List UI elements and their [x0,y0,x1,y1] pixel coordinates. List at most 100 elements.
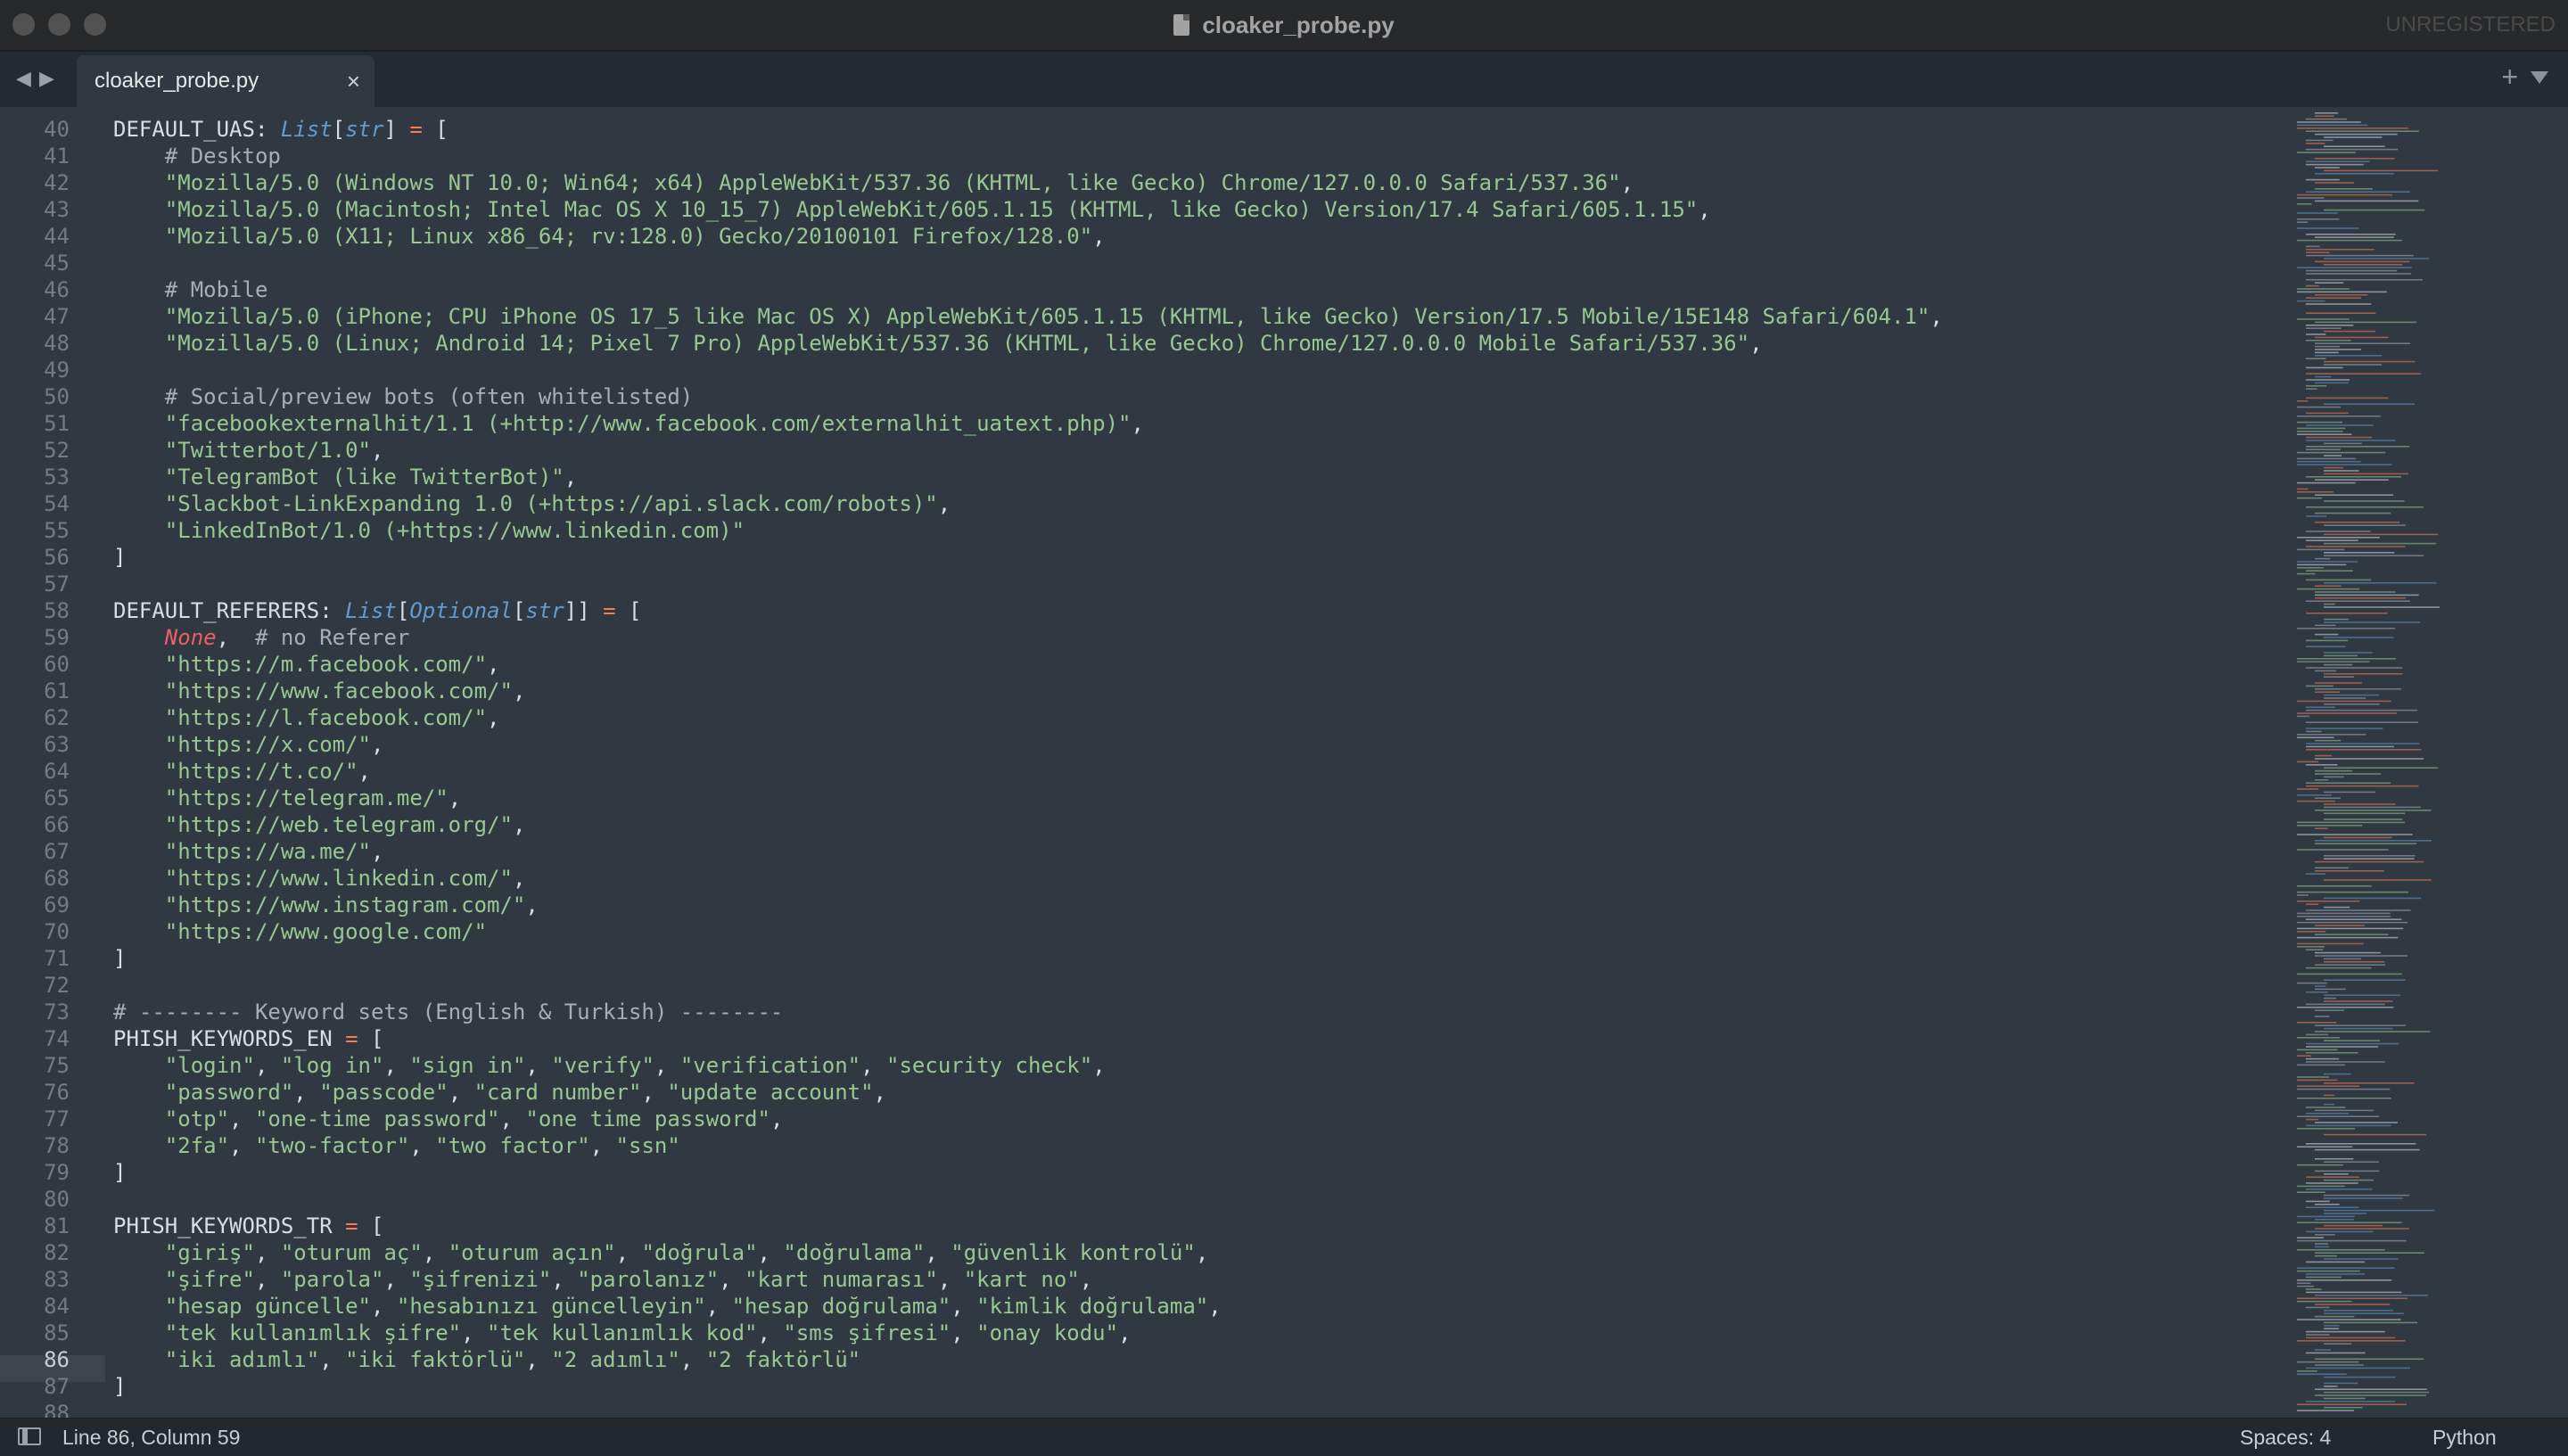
sidebar-toggle-icon[interactable] [18,1427,41,1445]
code-line[interactable]: "login", "log in", "sign in", "verify", … [113,1052,1106,1079]
code-token: DEFAULT_REFERERS: [113,598,346,623]
minimap-line [2297,885,2372,887]
minimap-line [2324,906,2350,909]
code-line[interactable]: ] [113,544,126,571]
code-line[interactable]: "password", "passcode", "card number", "… [113,1079,886,1106]
code-token: "https://www.facebook.com/" [113,679,513,703]
code-token: , [654,1053,680,1078]
minimap-line [2315,867,2350,869]
code-line[interactable]: "https://telegram.me/", [113,785,461,811]
code-line[interactable]: "https://www.google.com/" [113,918,487,945]
code-line[interactable]: "https://www.linkedin.com/", [113,865,526,892]
code-line[interactable]: "https://x.com/", [113,731,384,758]
code-line[interactable]: "Mozilla/5.0 (iPhone; CPU iPhone OS 17_5… [113,303,1943,330]
minimap-line [2324,1197,2404,1199]
code-line[interactable]: # -------- Keyword sets (English & Turki… [113,999,783,1025]
minimap-line [2324,364,2382,366]
code-line[interactable]: "https://l.facebook.com/", [113,704,500,731]
minimap-line [2297,491,2333,493]
code-line[interactable]: "LinkedInBot/1.0 (+https://www.linkedin.… [113,517,745,544]
code-line[interactable]: # Desktop [113,143,281,169]
indentation-setting[interactable]: Spaces: 4 [2240,1419,2331,1456]
minimap[interactable] [2293,107,2568,1418]
minimap-line [2315,773,2382,775]
minimap-line [2324,1310,2393,1312]
code-token: , [499,1106,526,1131]
minimap-line [2297,433,2352,435]
code-line[interactable]: "2fa", "two-factor", "two factor", "ssn" [113,1132,680,1159]
code-line[interactable]: "şifre", "parola", "şifrenizi", "parolan… [113,1266,1092,1293]
code-line[interactable]: "Mozilla/5.0 (Windows NT 10.0; Win64; x6… [113,169,1634,196]
code-line[interactable]: "https://web.telegram.org/", [113,811,526,838]
code-line[interactable]: "tek kullanımlık şifre", "tek kullanımlı… [113,1320,1132,1346]
minimap-line [2315,355,2383,357]
code-line[interactable]: "iki adımlı", "iki faktörlü", "2 adımlı"… [113,1346,860,1373]
code-line[interactable]: "https://wa.me/", [113,838,384,865]
code-line[interactable]: "facebookexternalhit/1.1 (+http://www.fa… [113,410,1144,437]
code-editor[interactable]: DEFAULT_UAS: List[str] = [ # Desktop "Mo… [113,107,2289,1418]
code-line[interactable]: "TelegramBot (like TwitterBot)", [113,464,577,490]
code-line[interactable]: None, # no Referer [113,624,410,651]
tab-cloaker-probe[interactable]: cloaker_probe.py × [77,55,374,107]
code-token: , [370,438,384,463]
code-token: , [1079,1267,1093,1292]
minimap-line [2306,639,2349,642]
close-tab-icon[interactable]: × [347,55,360,107]
syntax-selector[interactable]: Python [2432,1419,2497,1456]
minimap-line [2315,843,2416,844]
minimap-line [2297,267,2412,268]
code-token: "https://telegram.me/" [113,786,449,810]
minimap-line [2306,448,2341,450]
code-line[interactable]: ] [113,1159,126,1186]
code-token: "update account" [667,1080,874,1105]
minimap-line [2306,234,2396,235]
minimap-line [2297,203,2312,205]
code-line[interactable]: "Twitterbot/1.0", [113,437,384,464]
back-arrow-icon[interactable]: ◀ [16,68,31,89]
code-line[interactable]: "Mozilla/5.0 (Macintosh; Intel Mac OS X … [113,196,1711,223]
forward-arrow-icon[interactable]: ▶ [39,68,54,89]
code-line[interactable]: PHISH_KEYWORDS_TR = [ [113,1213,383,1239]
code-token: , [679,1347,706,1372]
minimap-line [2324,1179,2374,1181]
code-line[interactable]: "https://www.instagram.com/", [113,892,539,918]
code-line[interactable]: # Social/preview bots (often whitelisted… [113,383,693,410]
code-line[interactable]: "Mozilla/5.0 (X11; Linux x86_64; rv:128.… [113,223,1106,250]
minimap-line [2297,212,2338,214]
minimap-line [2324,606,2440,608]
line-number: 74 [44,1026,70,1051]
line-number: 78 [44,1133,70,1158]
code-token: PHISH_KEYWORDS_EN [113,1026,346,1051]
code-line[interactable]: PHISH_KEYWORDS_EN = [ [113,1025,383,1052]
code-line[interactable]: "https://t.co/", [113,758,371,785]
chevron-down-icon[interactable] [2531,71,2548,84]
minimap-line [2315,594,2419,596]
code-token: "hesap doğrulama" [731,1294,951,1319]
new-tab-icon[interactable]: + [2501,62,2518,91]
code-line[interactable]: ] [113,945,126,972]
code-line[interactable]: "otp", "one-time password", "one time pa… [113,1106,784,1132]
code-line[interactable]: "hesap güncelle", "hesabınızı güncelleyi… [113,1293,1222,1320]
code-line[interactable]: ] [113,1373,126,1400]
code-line[interactable]: DEFAULT_UAS: List[str] = [ [113,116,449,143]
minimap-line [2324,403,2416,405]
minimap-line [2297,572,2316,575]
minimap-line [2297,821,2405,824]
minimap-line [2315,382,2349,384]
code-line[interactable]: "Mozilla/5.0 (Linux; Android 14; Pixel 7… [113,330,1763,357]
minimap-line [2315,682,2362,684]
code-line[interactable]: # Mobile [113,276,268,303]
cursor-position[interactable]: Line 86, Column 59 [62,1419,240,1456]
minimap-line [2324,694,2380,696]
minimap-line [2324,836,2392,839]
minimap-line [2324,1209,2435,1212]
code-line[interactable]: "Slackbot-LinkExpanding 1.0 (+https://ap… [113,490,951,517]
code-line[interactable]: "https://m.facebook.com/", [113,651,500,678]
code-line[interactable]: "https://www.facebook.com/", [113,678,526,704]
minimap-line [2324,330,2375,333]
code-line[interactable]: DEFAULT_REFERERS: List[Optional[str]] = … [113,597,641,624]
code-token: DEFAULT_UAS: [113,117,281,142]
minimap-line [2315,1243,2328,1245]
code-token: , [422,1240,449,1265]
code-line[interactable]: "giriş", "oturum aç", "oturum açın", "do… [113,1239,1208,1266]
